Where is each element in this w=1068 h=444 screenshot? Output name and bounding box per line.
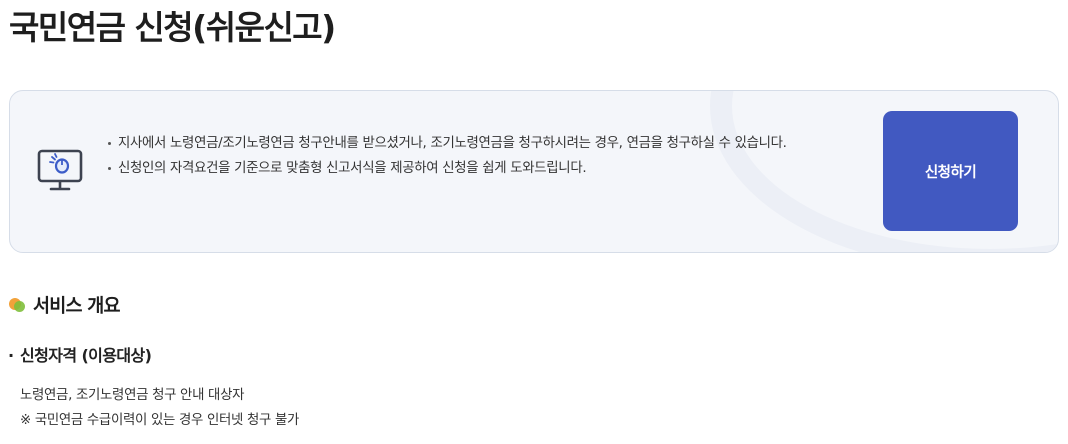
section-dot-icon <box>9 296 27 314</box>
notice-list: 지사에서 노령연금/조기노령연금 청구안내를 받으셨거나, 조기노령연금을 청구… <box>107 131 797 181</box>
notice-item: 신청인의 자격요건을 기준으로 맞춤형 신고서식을 제공하여 신청을 쉽게 도와… <box>107 156 797 181</box>
section-heading: 서비스 개요 <box>9 292 121 318</box>
monitor-click-icon <box>37 149 83 191</box>
sub-heading-label: 신청자격 (이용대상) <box>20 346 152 365</box>
page: 국민연금 신청(쉬운신고) 지사에서 노령연금/조기노령연금 청구안내를 받으셨… <box>0 0 1068 444</box>
sub-heading-eligibility: · 신청자격 (이용대상) <box>8 342 152 366</box>
eligibility-note: ※ 국민연금 수급이력이 있는 경우 인터넷 청구 불가 <box>20 413 300 428</box>
notice-item: 지사에서 노령연금/조기노령연금 청구안내를 받으셨거나, 조기노령연금을 청구… <box>107 131 797 156</box>
eligibility-line: 노령연금, 조기노령연금 청구 안내 대상자 <box>20 388 245 403</box>
apply-button[interactable]: 신청하기 <box>883 111 1018 231</box>
page-title: 국민연금 신청(쉬운신고) <box>9 8 336 47</box>
notice-box: 지사에서 노령연금/조기노령연금 청구안내를 받으셨거나, 조기노령연금을 청구… <box>9 90 1059 253</box>
section-title: 서비스 개요 <box>33 296 121 317</box>
sub-heading-bullet: · <box>8 346 14 365</box>
